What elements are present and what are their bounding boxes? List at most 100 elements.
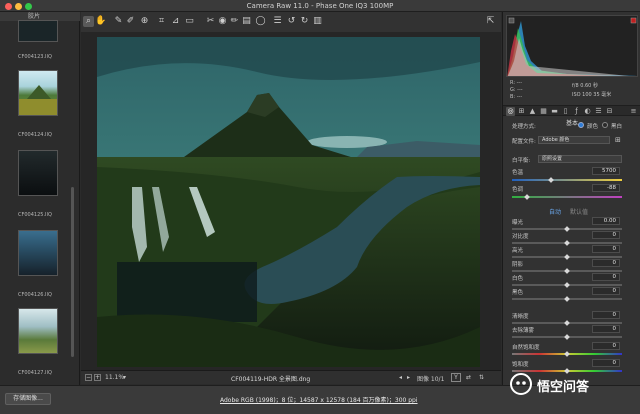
transform-icon[interactable]: ▭ bbox=[184, 16, 195, 27]
highlights-label: 高光 bbox=[512, 248, 524, 254]
zoom-out-button[interactable]: − bbox=[85, 374, 92, 381]
tool-bar: ⌕ ✋ ✎ ✐ ⊕ ⌗ ⊿ ▭ ✂ ◉ ✏ ▤ ◯ ☰ ↺ ↻ ▥ ⇱ bbox=[81, 12, 501, 32]
trash-icon[interactable]: ▥ bbox=[312, 16, 323, 27]
treatment-bw-radio[interactable] bbox=[602, 122, 608, 128]
image-bottom-bar: − + 11.1% ▾ CF004119-HDR 全景图.dng ◂ ▸ 图像 … bbox=[81, 370, 501, 384]
copy-settings-icon[interactable]: ⇅ bbox=[479, 374, 484, 381]
profile-label: 配置文件: bbox=[512, 139, 536, 145]
adjustment-brush-icon[interactable]: ✏ bbox=[229, 16, 240, 27]
tint-label: 色调 bbox=[512, 187, 524, 193]
saturation-value[interactable]: 0 bbox=[592, 359, 620, 367]
rgb-b-readout: B: --- bbox=[510, 94, 523, 100]
preview-image[interactable] bbox=[97, 37, 480, 367]
filmstrip-thumb-label: CF004123.IIQ bbox=[18, 54, 52, 60]
zoom-dropdown-icon[interactable]: ▾ bbox=[123, 374, 126, 381]
shadows-label: 阴影 bbox=[512, 262, 524, 268]
temperature-label: 色温 bbox=[512, 170, 524, 176]
save-image-button[interactable]: 存储图像... bbox=[5, 393, 51, 405]
saturation-label: 饱和度 bbox=[512, 362, 529, 368]
whites-label: 白色 bbox=[512, 276, 524, 282]
split-toning-tab-icon[interactable]: ▬ bbox=[550, 107, 559, 116]
dehaze-value[interactable]: 0 bbox=[592, 325, 620, 333]
panel-tabs: ◎ ⊞ ▲ ▦ ▬ ▯ ƒ ◐ ☰ ⊟ ≡ bbox=[503, 105, 640, 116]
basic-tab-icon[interactable]: ◎ bbox=[506, 107, 515, 116]
straighten-icon[interactable]: ⊿ bbox=[170, 16, 181, 27]
swap-view-icon[interactable]: ⇄ bbox=[466, 374, 471, 381]
whites-value[interactable]: 0 bbox=[592, 273, 620, 281]
tone-curve-tab-icon[interactable]: ⊞ bbox=[517, 107, 526, 116]
rotate-cw-icon[interactable]: ↻ bbox=[299, 16, 310, 27]
white-balance-icon[interactable]: ✎ bbox=[113, 16, 124, 27]
rotate-ccw-icon[interactable]: ↺ bbox=[286, 16, 297, 27]
vibrance-label: 自然饱和度 bbox=[512, 345, 540, 351]
before-after-view-button[interactable]: Y bbox=[451, 373, 461, 382]
wukong-watermark: 悟空问答 bbox=[509, 372, 637, 396]
filmstrip-thumb-label: CF004126.IIQ bbox=[18, 292, 52, 298]
treatment-color-label: 颜色 bbox=[587, 124, 599, 130]
exposure-label: 曝光 bbox=[512, 220, 524, 226]
filmstrip-thumb-label: CF004127.IIQ bbox=[18, 370, 52, 376]
wukong-logo-icon bbox=[510, 373, 532, 395]
graduated-filter-icon[interactable]: ▤ bbox=[241, 16, 252, 27]
auto-button[interactable]: 自动 bbox=[549, 207, 561, 216]
zoom-in-button[interactable]: + bbox=[94, 374, 101, 381]
zoom-level[interactable]: 11.1% bbox=[105, 374, 124, 381]
white-balance-dropdown[interactable]: 原照设置 bbox=[538, 155, 622, 163]
watermark-text: 悟空问答 bbox=[537, 380, 590, 395]
contrast-label: 对比度 bbox=[512, 234, 529, 240]
rgb-g-readout: G: --- bbox=[510, 87, 523, 93]
highlights-value[interactable]: 0 bbox=[592, 245, 620, 253]
zoom-icon[interactable]: ⌕ bbox=[83, 16, 94, 27]
filmstrip-thumb[interactable] bbox=[18, 70, 58, 116]
dehaze-label: 去除薄雾 bbox=[512, 328, 535, 334]
contrast-value[interactable]: 0 bbox=[592, 231, 620, 239]
vibrance-value[interactable]: 0 bbox=[592, 342, 620, 350]
panel-menu-icon[interactable]: ≡ bbox=[629, 107, 638, 116]
detail-tab-icon[interactable]: ▲ bbox=[528, 107, 537, 116]
tint-value[interactable]: -88 bbox=[592, 184, 620, 192]
filmstrip-scrollbar[interactable] bbox=[71, 187, 74, 357]
filmstrip-panel: 胶片 CF004123.IIQ CF004124.IIQ CF004125.II… bbox=[0, 12, 80, 385]
next-image-button[interactable]: ▸ bbox=[407, 374, 410, 381]
current-filename: CF004119-HDR 全景图.dng bbox=[231, 376, 311, 383]
prev-image-button[interactable]: ◂ bbox=[399, 374, 402, 381]
workflow-options-link[interactable]: Adobe RGB (1998)；8 位；14587 x 12578 (184 … bbox=[220, 395, 418, 404]
shadows-value[interactable]: 0 bbox=[592, 259, 620, 267]
lens-tab-icon[interactable]: ▯ bbox=[561, 107, 570, 116]
histogram bbox=[506, 15, 638, 77]
exposure-value[interactable]: 0.00 bbox=[592, 217, 620, 225]
preferences-icon[interactable]: ☰ bbox=[272, 16, 283, 27]
radial-filter-icon[interactable]: ◯ bbox=[255, 16, 266, 27]
red-eye-icon[interactable]: ◉ bbox=[217, 16, 228, 27]
fullscreen-icon[interactable]: ⇱ bbox=[485, 16, 496, 27]
filmstrip-thumb[interactable] bbox=[18, 230, 58, 276]
filmstrip-thumb[interactable] bbox=[18, 308, 58, 354]
hsl-tab-icon[interactable]: ▦ bbox=[539, 107, 548, 116]
filmstrip-thumb[interactable] bbox=[18, 20, 58, 42]
temperature-slider[interactable] bbox=[512, 179, 622, 181]
title-bar: Camera Raw 11.0 - Phase One IQ3 100MP bbox=[0, 0, 640, 12]
treatment-color-radio[interactable] bbox=[578, 122, 584, 128]
aperture-shutter-readout: f/8 0.60 秒 bbox=[572, 83, 598, 89]
default-button[interactable]: 默认值 bbox=[570, 207, 588, 216]
exposure-readout: R: --- G: --- B: --- f/8 0.60 秒 ISO 100 … bbox=[506, 78, 638, 104]
profile-dropdown[interactable]: Adobe 颜色 bbox=[538, 136, 610, 144]
filmstrip-thumb[interactable] bbox=[18, 150, 58, 196]
presets-tab-icon[interactable]: ☰ bbox=[594, 107, 603, 116]
spot-removal-icon[interactable]: ✂ bbox=[205, 16, 216, 27]
temperature-value[interactable]: 5700 bbox=[592, 167, 620, 175]
crop-icon[interactable]: ⌗ bbox=[156, 16, 167, 27]
profile-browser-icon[interactable]: ⊞ bbox=[615, 136, 621, 144]
image-counter: 图像 10/1 bbox=[417, 376, 445, 383]
color-sampler-icon[interactable]: ✐ bbox=[125, 16, 136, 27]
clarity-value[interactable]: 0 bbox=[592, 311, 620, 319]
window-title: Camera Raw 11.0 - Phase One IQ3 100MP bbox=[246, 2, 394, 10]
hand-icon[interactable]: ✋ bbox=[95, 16, 106, 27]
fx-tab-icon[interactable]: ƒ bbox=[572, 107, 581, 116]
blacks-label: 黑色 bbox=[512, 290, 524, 296]
blacks-value[interactable]: 0 bbox=[592, 287, 620, 295]
calibration-tab-icon[interactable]: ◐ bbox=[583, 107, 592, 116]
clarity-label: 清晰度 bbox=[512, 314, 529, 320]
snapshots-tab-icon[interactable]: ⊟ bbox=[605, 107, 614, 116]
target-adjust-icon[interactable]: ⊕ bbox=[139, 16, 150, 27]
